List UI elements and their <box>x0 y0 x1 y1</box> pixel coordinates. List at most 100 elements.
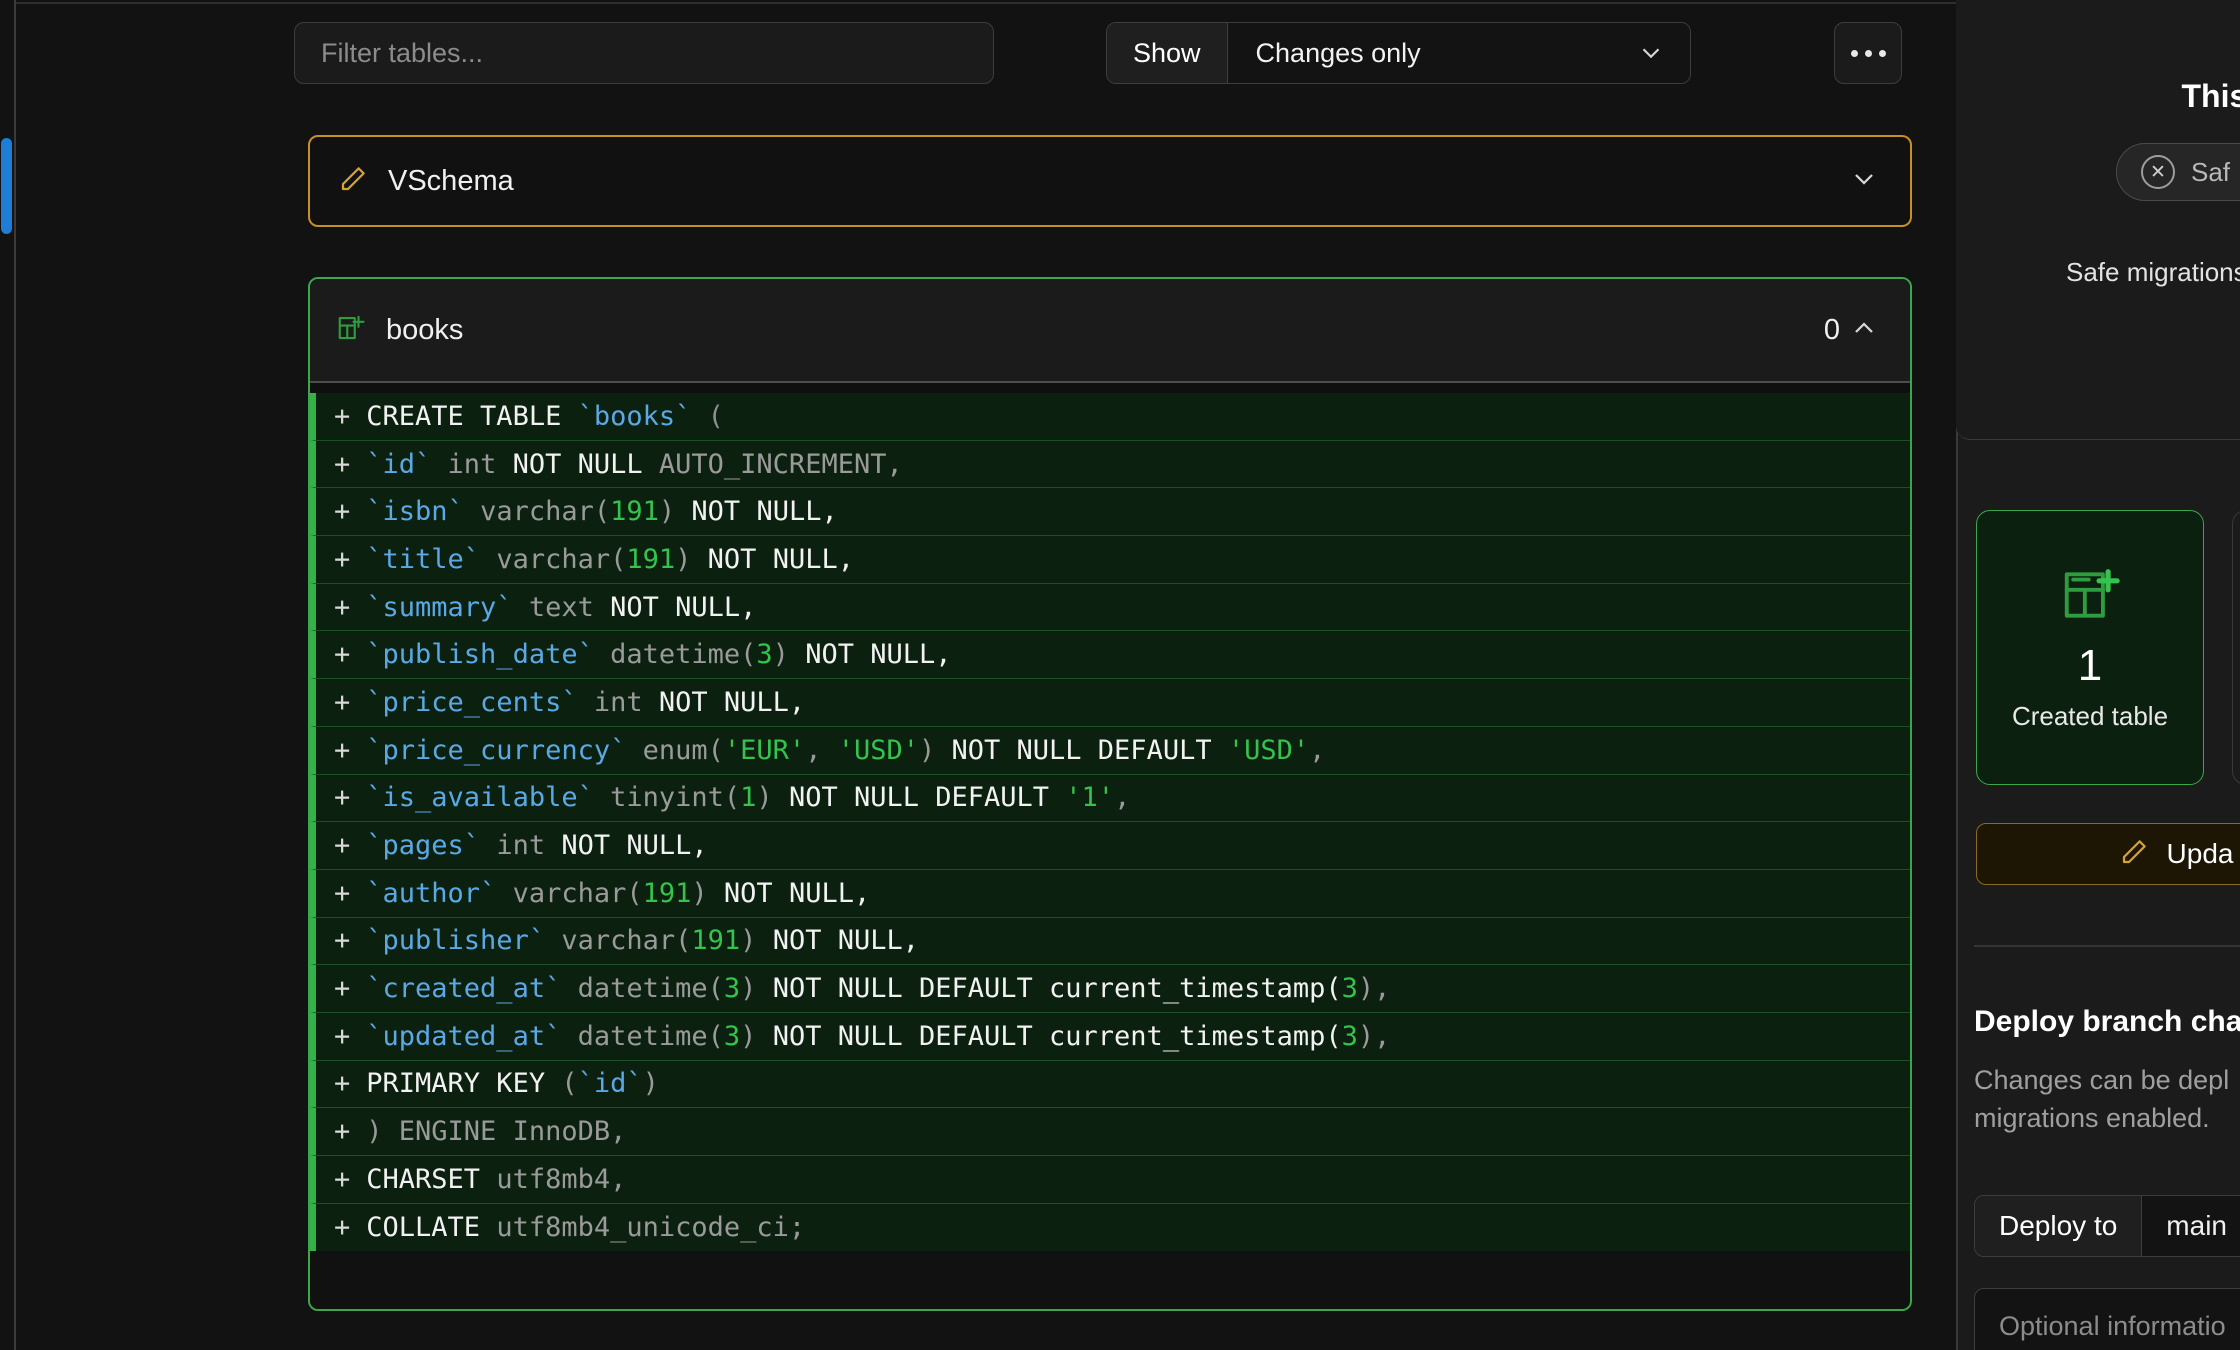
code-token: ( <box>561 1068 578 1100</box>
sidebar-rule <box>1974 945 2240 947</box>
table-panel-header[interactable]: books 0 <box>310 279 1910 383</box>
filter-tables-input[interactable] <box>294 22 994 84</box>
diff-line: + `isbn` varchar(191) NOT NULL, <box>310 488 1910 537</box>
update-button-label: Upda <box>2166 838 2234 869</box>
code-token: ) <box>740 925 773 957</box>
ellipsis-icon <box>1864 49 1872 57</box>
code-token: `pages` <box>366 830 481 862</box>
code-token: utf8mb4_unicode_ci; <box>496 1212 806 1244</box>
code-token: `price_cents` <box>366 686 578 718</box>
show-select[interactable]: Changes only <box>1227 23 1690 83</box>
code-token: CHARSET <box>366 1163 497 1195</box>
update-button[interactable]: Upda <box>1976 823 2240 885</box>
show-label: Show <box>1107 23 1228 83</box>
stat-card-secondary <box>2232 510 2240 785</box>
code-token: `id` <box>577 1068 643 1100</box>
more-options-button[interactable] <box>1834 22 1902 84</box>
code-token: 'USD' <box>1227 734 1310 766</box>
chevron-down-icon[interactable] <box>1848 163 1880 200</box>
stat-card-created-table: 1 Created table <box>1976 510 2204 785</box>
code-token: ), <box>1357 1020 1391 1052</box>
code-token: NOT NULL DEFAULT <box>788 782 1066 814</box>
deploy-note-input[interactable]: Optional informatio <box>1974 1288 2240 1350</box>
diff-line: + `publisher` varchar(191) NOT NULL, <box>310 917 1910 966</box>
code-token: NOT NULL DEFAULT <box>951 734 1228 766</box>
diff-marker: + <box>334 1212 351 1244</box>
code-token: 3 <box>756 639 773 671</box>
diff-marker: + <box>334 1163 351 1195</box>
code-token: datetime( <box>561 973 724 1005</box>
code-token: 'USD' <box>837 734 919 766</box>
code-token: ) <box>642 1068 659 1100</box>
code-token: , <box>1114 782 1131 814</box>
diff-line: + `is_available` tinyint(1) NOT NULL DEFA… <box>310 774 1910 823</box>
diff-footer <box>310 1251 1910 1309</box>
table-plus-icon <box>2059 564 2121 631</box>
code-token: NOT NULL, <box>691 496 838 528</box>
page-scrollbar[interactable] <box>0 0 14 1350</box>
diff-line: + `price_currency` enum('EUR', 'USD') NOT… <box>310 726 1910 775</box>
chevron-up-icon[interactable] <box>1848 312 1880 349</box>
code-token: `price_currency` <box>366 734 627 766</box>
vschema-left: VSchema <box>338 164 514 199</box>
status-badge[interactable]: ✕ Saf <box>2116 143 2240 201</box>
schema-diff: + CREATE TABLE `books` (+ `id` int NOT NUL… <box>310 383 1910 1252</box>
pencil-icon <box>338 164 368 199</box>
code-token: 'EUR' <box>723 734 806 766</box>
diff-marker: + <box>334 1116 351 1148</box>
diff-line: + COLLATE utf8mb4_unicode_ci; <box>310 1203 1910 1252</box>
stat-value: 1 <box>2077 640 2103 690</box>
code-token: ) <box>675 543 708 575</box>
code-token: `summary` <box>366 591 513 623</box>
table-plus-icon <box>336 313 366 348</box>
code-token: `is_available` <box>366 782 594 814</box>
show-filter-group: Show Changes only <box>1106 22 1691 84</box>
code-token: 1 <box>740 782 757 814</box>
table-panel-header-right: 0 <box>1824 312 1880 349</box>
code-token: varchar( <box>463 496 611 528</box>
diff-marker: + <box>334 496 351 528</box>
diff-line: + `summary` text NOT NULL, <box>310 583 1910 632</box>
show-select-value: Changes only <box>1255 37 1421 68</box>
code-token: NOT NULL, <box>805 639 952 671</box>
main-content: Show Changes only <box>16 0 1956 1350</box>
vschema-row[interactable]: VSchema <box>308 135 1912 227</box>
diff-marker: + <box>334 400 351 432</box>
schema-toolbar: Show Changes only <box>16 22 1956 84</box>
vschema-label: VSchema <box>388 164 514 197</box>
code-token: ), <box>1357 973 1391 1005</box>
code-token: tinyint( <box>593 782 741 814</box>
code-token: NOT NULL DEFAULT current_timestamp( <box>772 1020 1342 1052</box>
code-token: datetime( <box>561 1020 724 1052</box>
code-token: ) <box>740 1020 773 1052</box>
code-token: text <box>512 591 611 623</box>
diff-line: + `id` int NOT NULL AUTO_INCREMENT, <box>310 440 1910 489</box>
deploy-to-button[interactable]: Deploy to <box>1975 1196 2143 1256</box>
code-token: `author` <box>366 877 497 909</box>
diff-marker: + <box>334 830 351 862</box>
code-token: int <box>577 686 659 718</box>
right-sidebar: This is a ✕ Saf Safe migrations c this d… <box>1956 0 2240 1350</box>
top-divider <box>16 2 1956 4</box>
code-token: PRIMARY KEY <box>366 1068 562 1100</box>
diff-marker: + <box>334 686 351 718</box>
code-token: `publisher` <box>366 925 546 957</box>
chevron-down-icon <box>1636 38 1666 68</box>
scrollbar-thumb[interactable] <box>1 138 12 234</box>
diff-line: + `created_at` datetime(3) NOT NULL DEFAU… <box>310 965 1910 1013</box>
diff-marker: + <box>334 782 351 814</box>
stat-label: Created table <box>2011 700 2169 731</box>
code-token: ) ENGINE InnoDB, <box>366 1116 627 1148</box>
table-panel-books: books 0 + CREATE TABLE `books` (+ `id` int… <box>308 277 1912 1311</box>
deploy-to-group: Deploy to main <box>1974 1195 2240 1257</box>
code-token: AUTO_INCREMENT, <box>658 448 903 480</box>
code-token: ) <box>772 639 806 671</box>
branch-status-card: This is a ✕ Saf Safe migrations c this d… <box>1956 0 2240 440</box>
code-token: 191 <box>610 496 659 528</box>
code-token: ) <box>756 782 789 814</box>
code-token: , <box>1309 734 1326 766</box>
code-token: NOT NULL, <box>658 686 806 718</box>
code-token: NOT NULL, <box>772 925 919 957</box>
deploy-branch-value[interactable]: main <box>2142 1196 2240 1256</box>
code-token: , <box>805 734 838 766</box>
